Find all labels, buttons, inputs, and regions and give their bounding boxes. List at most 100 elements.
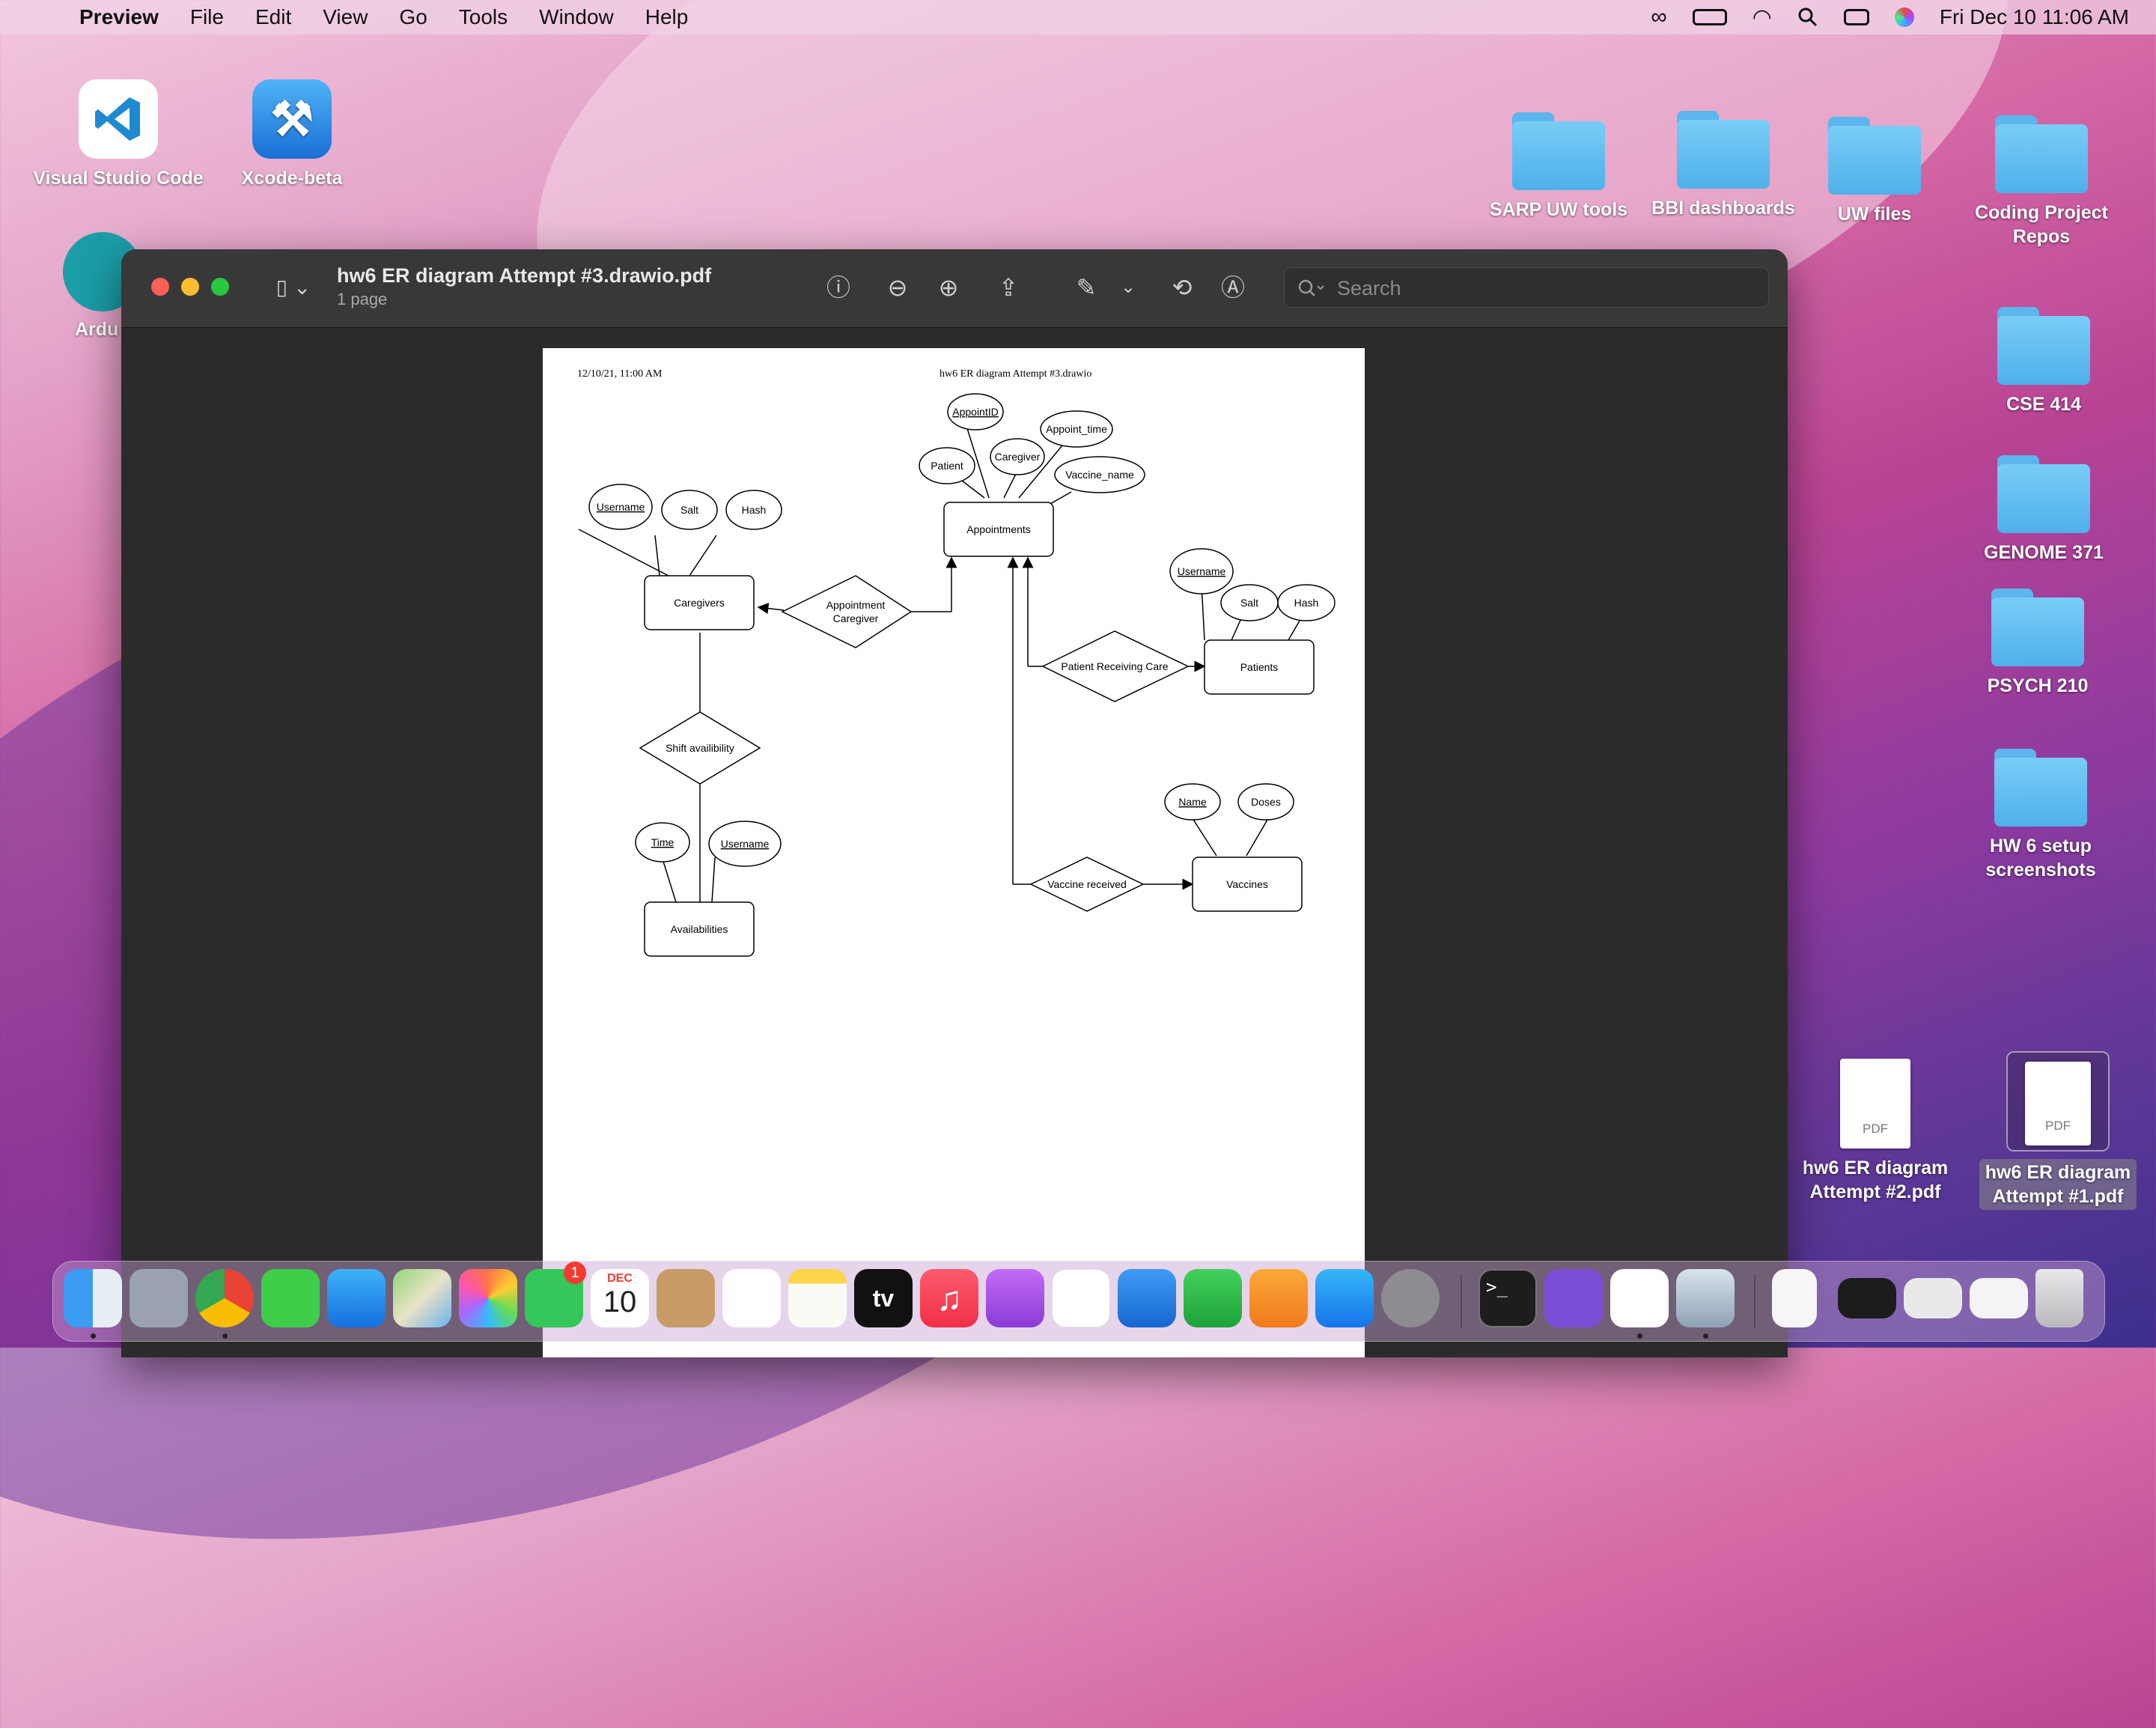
numbers-icon[interactable] xyxy=(1184,1269,1242,1327)
folder-label: UW files xyxy=(1837,204,1912,225)
calendar-icon[interactable]: DEC 10 xyxy=(591,1269,649,1327)
running-indicator xyxy=(91,1333,96,1339)
folder-label: Coding Project Repos xyxy=(1975,202,2108,247)
attr-label: Appoint_time xyxy=(1046,423,1107,435)
doc-header-center: hw6 ER diagram Attempt #3.drawio xyxy=(940,368,1091,380)
documents-stack-icon[interactable] xyxy=(1772,1269,1817,1327)
trash-icon[interactable] xyxy=(2035,1269,2083,1327)
share-icon[interactable]: ⇪ xyxy=(991,270,1026,305)
running-indicator xyxy=(222,1333,228,1339)
desktop-xcode-beta[interactable]: ⚒ Xcode-beta xyxy=(217,79,367,190)
siri-icon[interactable] xyxy=(1894,7,1914,27)
pdf-page: 12/10/21, 11:00 AM hw6 ER diagram Attemp… xyxy=(543,348,1365,1357)
window-title: hw6 ER diagram Attempt #3.drawio.pdf xyxy=(337,264,712,287)
keynote-icon[interactable] xyxy=(1118,1269,1176,1327)
sidebar-toggle-icon[interactable]: ▯ ⌄ xyxy=(264,270,323,305)
screenshot-stack-icon[interactable] xyxy=(1838,1278,1896,1318)
menu-go[interactable]: Go xyxy=(399,5,427,29)
vscode-dock-icon[interactable] xyxy=(1610,1269,1669,1327)
zoom-out-icon[interactable]: ⊖ xyxy=(880,270,915,305)
chrome-icon[interactable] xyxy=(195,1269,254,1327)
folder-coding-project-repos[interactable]: Coding Project Repos xyxy=(1961,115,2122,249)
app-store-icon[interactable] xyxy=(1315,1269,1374,1327)
downloads-stack-icon[interactable] xyxy=(1904,1278,1962,1318)
reminders-icon[interactable] xyxy=(722,1269,781,1327)
chevron-down-icon[interactable]: ⌄ xyxy=(1111,270,1145,305)
folder-genome-371[interactable]: GENOME 371 xyxy=(1969,455,2119,565)
battery-icon[interactable] xyxy=(1692,9,1727,25)
close-button[interactable] xyxy=(151,278,169,296)
calendar-day: 10 xyxy=(603,1286,637,1318)
menu-clock[interactable]: Fri Dec 10 11:06 AM xyxy=(1940,5,2129,29)
folder-uw-files[interactable]: UW files xyxy=(1800,117,1949,226)
xcode-icon: ⚒ xyxy=(252,79,332,159)
dock-divider xyxy=(1461,1275,1462,1327)
dock: 1 DEC 10 tv ♫ >_ xyxy=(52,1261,2105,1342)
running-indicator xyxy=(1703,1333,1708,1339)
search-field[interactable] xyxy=(1284,267,1769,308)
file-hw6-attempt-1-pdf[interactable]: PDF hw6 ER diagram Attempt #1.pdf xyxy=(1979,1051,2137,1210)
contacts-icon[interactable] xyxy=(657,1269,715,1327)
markup-pen-icon[interactable]: ✎ xyxy=(1069,270,1103,305)
github-desktop-icon[interactable] xyxy=(1544,1269,1603,1327)
mail-icon[interactable] xyxy=(327,1269,386,1327)
menu-window[interactable]: Window xyxy=(539,5,614,29)
window-toolbar: ▯ ⌄ hw6 ER diagram Attempt #3.drawio.pdf… xyxy=(121,249,1788,328)
attr-label: Salt xyxy=(680,504,698,516)
podcasts-icon[interactable] xyxy=(986,1269,1044,1327)
folder-icon xyxy=(1994,749,2087,827)
pages-icon[interactable] xyxy=(1249,1269,1308,1327)
attr-label: Caregiver xyxy=(995,451,1041,463)
creative-cloud-icon[interactable]: ∞ xyxy=(1651,4,1666,30)
menu-view[interactable]: View xyxy=(323,5,368,29)
folder-psych-210[interactable]: PSYCH 210 xyxy=(1963,588,2113,698)
system-preferences-icon[interactable] xyxy=(1381,1269,1440,1327)
folder-hw6-setup-screenshots[interactable]: HW 6 setup screenshots xyxy=(1966,749,2116,882)
desktop-vscode[interactable]: Visual Studio Code xyxy=(22,79,214,190)
preview-dock-icon[interactable] xyxy=(1676,1269,1735,1327)
attr-label: AppointID xyxy=(952,406,998,418)
zoom-button[interactable] xyxy=(211,278,229,296)
attr-label: Hash xyxy=(1294,597,1319,609)
folder-label: PSYCH 210 xyxy=(1987,675,2089,696)
control-center-icon[interactable] xyxy=(1843,9,1869,25)
wifi-icon[interactable]: ◠ xyxy=(1752,4,1772,31)
folder-sarp-uw-tools[interactable]: SARP UW tools xyxy=(1484,112,1633,222)
notes-icon[interactable] xyxy=(788,1269,847,1327)
launchpad-icon[interactable] xyxy=(130,1269,188,1327)
search-input[interactable] xyxy=(1336,274,1758,302)
messages-icon[interactable] xyxy=(261,1269,320,1327)
zoom-in-icon[interactable]: ⊕ xyxy=(931,270,966,305)
apple-tv-icon[interactable]: tv xyxy=(854,1269,913,1327)
recent-stack-icon[interactable] xyxy=(1970,1278,2028,1318)
maps-icon[interactable] xyxy=(393,1269,451,1327)
menu-app-name[interactable]: Preview xyxy=(79,5,159,29)
folder-cse-414[interactable]: CSE 414 xyxy=(1969,307,2119,416)
terminal-icon[interactable]: >_ xyxy=(1479,1269,1537,1327)
menu-file[interactable]: File xyxy=(190,5,224,29)
photos-icon[interactable] xyxy=(459,1269,517,1327)
search-icon[interactable] xyxy=(1797,7,1818,28)
folder-icon xyxy=(1828,117,1921,195)
attr-label: Salt xyxy=(1240,597,1258,609)
finder-icon[interactable] xyxy=(64,1269,122,1327)
annotate-icon[interactable]: Ⓐ xyxy=(1216,270,1250,305)
attr-label: Name xyxy=(1178,796,1207,808)
tv-label: tv xyxy=(872,1285,895,1312)
info-icon[interactable]: ⓘ xyxy=(821,270,856,305)
menu-help[interactable]: Help xyxy=(645,5,689,29)
pdf-type-label: PDF xyxy=(2045,1119,2071,1133)
music-icon[interactable]: ♫ xyxy=(920,1269,978,1327)
file-hw6-attempt-2-pdf[interactable]: PDF hw6 ER diagram Attempt #2.pdf xyxy=(1797,1059,1954,1204)
news-icon[interactable] xyxy=(1052,1269,1110,1327)
preview-window: ▯ ⌄ hw6 ER diagram Attempt #3.drawio.pdf… xyxy=(121,249,1788,1357)
relationship-label: Appointment xyxy=(826,599,886,611)
menu-edit[interactable]: Edit xyxy=(255,5,291,29)
relationship-label: Shift availibility xyxy=(666,742,734,754)
folder-icon xyxy=(1997,455,2090,533)
minimize-button[interactable] xyxy=(181,278,199,296)
rotate-icon[interactable]: ⟲ xyxy=(1165,270,1199,305)
attr-label: Username xyxy=(597,501,645,513)
folder-bbi-dashboards[interactable]: BBI dashboards xyxy=(1648,111,1798,220)
menu-tools[interactable]: Tools xyxy=(459,5,508,29)
